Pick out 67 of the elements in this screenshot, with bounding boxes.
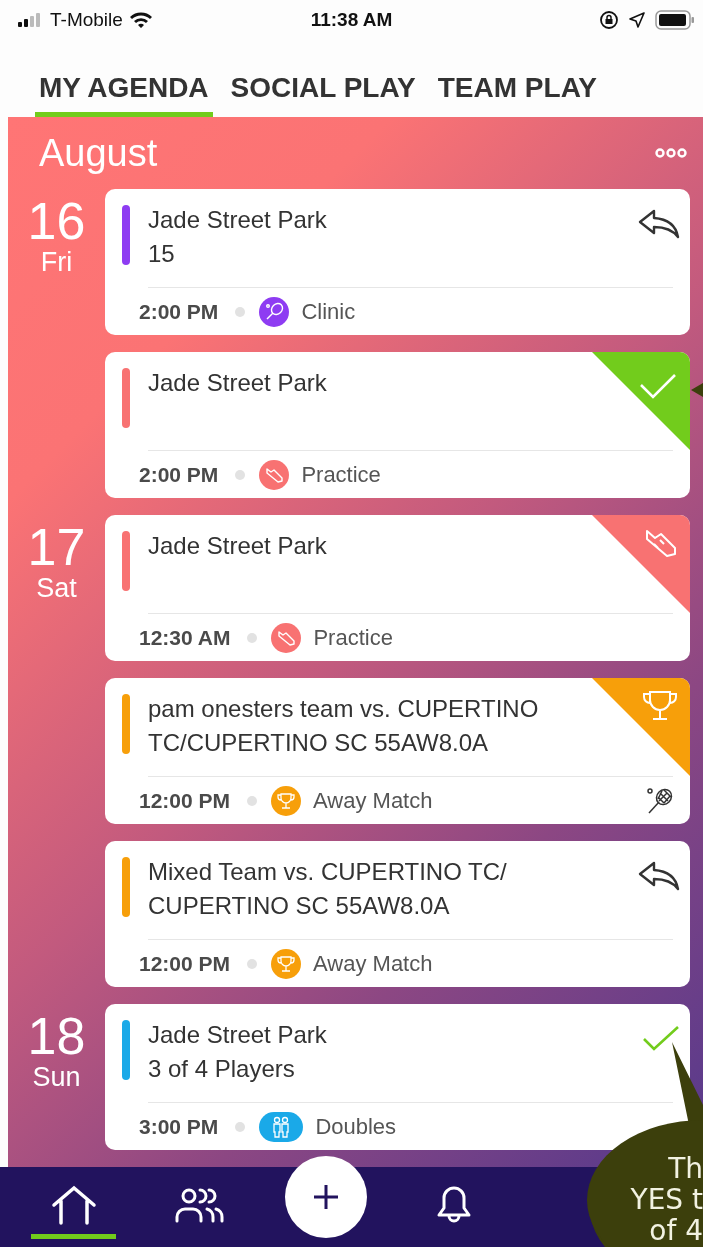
event-title: Jade Street Park xyxy=(148,1020,327,1051)
event-card[interactable]: pam onesters team vs. CUPERTINO TC/CUPERTINO SC 55AW8.0A 12:00 PM Away Match xyxy=(105,678,690,825)
weekday: Sat xyxy=(36,573,77,604)
plus-icon xyxy=(313,1184,339,1210)
trophy-icon xyxy=(271,948,302,979)
wifi-icon xyxy=(128,10,153,29)
racquet-icon xyxy=(259,296,290,327)
two-players-icon xyxy=(259,1111,304,1142)
event-title: Jade Street Park xyxy=(148,205,327,236)
day-number: 16 xyxy=(27,195,86,248)
event-type: Practice xyxy=(313,624,393,651)
shoe-icon xyxy=(646,530,676,558)
event-time: 12:00 PM xyxy=(139,788,231,813)
home-icon xyxy=(50,1184,97,1225)
event-type: Away Match xyxy=(313,950,433,977)
month-title: August xyxy=(39,131,158,175)
tab[interactable]: SOCIAL PLAY xyxy=(226,72,420,118)
separator-dot xyxy=(247,632,258,643)
event-title: 15 xyxy=(148,239,176,270)
tab[interactable]: TEAM PLAY xyxy=(433,72,601,118)
day-number: 17 xyxy=(27,521,86,574)
event-title: CUPERTINO SC 55AW8.0A xyxy=(148,891,451,922)
rotation-lock-icon xyxy=(599,9,619,30)
weekday: Sun xyxy=(32,1062,81,1093)
event-title: TC/CUPERTINO SC 55AW8.0A xyxy=(148,728,490,759)
event-time: 12:30 AM xyxy=(139,625,231,650)
event-title: Jade Street Park xyxy=(148,368,327,399)
event-type: Away Match xyxy=(313,787,433,814)
separator-dot xyxy=(235,306,246,317)
day-number: 18 xyxy=(27,1010,86,1063)
event-card[interactable]: Jade Street Park 2:00 PM Practice xyxy=(105,352,690,499)
check-icon xyxy=(642,1024,680,1053)
shoe-icon xyxy=(259,459,290,490)
callout-pointer xyxy=(691,383,703,397)
reply-arrow-icon[interactable] xyxy=(638,861,680,892)
event-title: pam onesters team vs. CUPERTINO xyxy=(148,694,539,725)
event-time: 2:00 PM xyxy=(139,462,219,487)
battery-icon xyxy=(655,9,695,30)
separator-dot xyxy=(235,469,246,480)
event-time: 3:00 PM xyxy=(139,1114,219,1139)
event-title: Mixed Team vs. CUPERTINO TC/ xyxy=(148,857,507,888)
separator-dot xyxy=(235,1121,246,1132)
callout-text: Th YES t of 4 xyxy=(630,1153,703,1246)
carrier-name: T-Mobile xyxy=(50,8,123,31)
shoe-icon xyxy=(271,622,302,653)
separator-dot xyxy=(247,795,258,806)
event-card[interactable]: Jade Street Park 3 of 4 Players 3:00 PM Doubles xyxy=(105,1004,690,1151)
event-type: Doubles xyxy=(315,1113,397,1140)
more-icon[interactable] xyxy=(655,148,687,159)
reply-arrow-icon[interactable] xyxy=(638,209,680,240)
clock-time: 11:38 AM xyxy=(310,8,393,31)
event-type: Clinic xyxy=(301,298,356,325)
event-title: Jade Street Park xyxy=(148,531,327,562)
check-icon xyxy=(640,374,676,399)
event-time: 2:00 PM xyxy=(139,299,219,324)
event-card[interactable]: Jade Street Park 15 2:00 PM Clinic xyxy=(105,189,690,336)
bell-icon xyxy=(435,1184,472,1225)
event-type: Practice xyxy=(301,461,381,488)
weekday: Fri xyxy=(40,247,73,278)
trophy-icon xyxy=(271,785,302,816)
location-arrow-icon xyxy=(629,11,645,28)
event-title: 3 of 4 Players xyxy=(148,1054,296,1085)
event-card[interactable]: Jade Street Park 12:30 AM Practice xyxy=(105,515,690,662)
event-card[interactable]: Mixed Team vs. CUPERTINO TC/ CUPERTINO SC 55AW8.0A 12:00 PM Away Match xyxy=(105,841,690,988)
trophy-icon xyxy=(643,691,677,721)
separator-dot xyxy=(247,958,258,969)
event-time: 12:00 PM xyxy=(139,951,231,976)
